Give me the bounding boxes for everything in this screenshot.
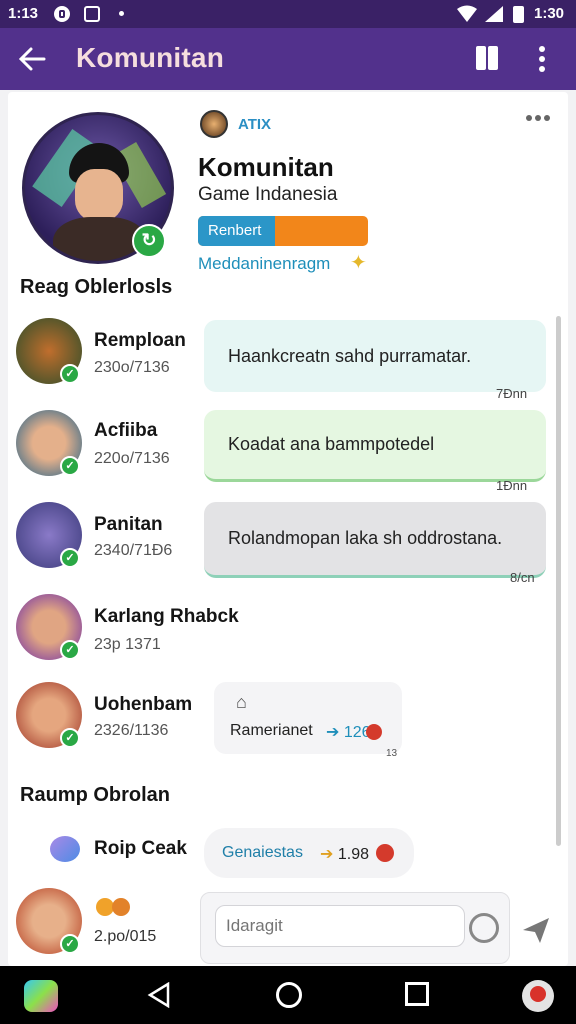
status-time-right: 1:30 bbox=[534, 5, 565, 22]
profile-subtitle: Game Indanesia bbox=[198, 184, 338, 205]
room-close-icon[interactable] bbox=[376, 844, 394, 862]
progress-label: Renbert bbox=[208, 222, 262, 239]
room-chip[interactable]: Genaiestas ➔ 1.98 bbox=[204, 828, 414, 878]
message-time: 7Ðnn bbox=[496, 386, 528, 401]
reaction-bubble[interactable]: ⌂ Ramerianet ➔ 126 bbox=[214, 682, 402, 754]
message-bubble[interactable]: Rolandmopan laka sh oddrostana. bbox=[204, 502, 546, 578]
status-bar: 1:13 1:30 bbox=[0, 0, 576, 28]
home-circle-icon[interactable] bbox=[276, 982, 302, 1008]
small-avatar bbox=[200, 110, 228, 138]
chat-name[interactable]: Remploan bbox=[94, 330, 186, 352]
status-time-left: 1:13 bbox=[8, 5, 39, 22]
room-chip-text: Genaiestas bbox=[222, 844, 303, 861]
chat-name[interactable]: Uohenbam bbox=[94, 694, 192, 716]
online-badge-icon: ✓ bbox=[60, 934, 80, 954]
chat-meta: 230o/7136 bbox=[94, 359, 170, 376]
reaction-close-icon[interactable] bbox=[366, 724, 382, 740]
profile-title: Komunitan bbox=[198, 152, 334, 182]
chat-name[interactable]: Karlang Rhabck bbox=[94, 606, 239, 628]
gallery-icon bbox=[84, 6, 100, 22]
navigation-bar bbox=[0, 966, 576, 1024]
heart-icon bbox=[50, 836, 80, 862]
online-badge-icon: ✓ bbox=[60, 456, 80, 476]
chat-name[interactable]: Panitan bbox=[94, 514, 163, 536]
scrollbar[interactable] bbox=[556, 316, 561, 846]
online-badge-icon: ✓ bbox=[60, 728, 80, 748]
battery-icon bbox=[513, 6, 524, 23]
message-time: 1Ðnn bbox=[496, 478, 528, 493]
message-text: Haankcreatn sahd purramatar. bbox=[228, 345, 472, 366]
message-bubble[interactable]: Haankcreatn sahd purramatar. bbox=[204, 320, 546, 392]
chat-name[interactable]: Acfiiba bbox=[94, 420, 157, 442]
chat-meta: 23p 1371 bbox=[94, 636, 161, 653]
reaction-time: 13 bbox=[386, 748, 398, 759]
coin-icon bbox=[112, 898, 130, 916]
app-title: Komunitan bbox=[76, 42, 225, 73]
pin-icon: ⌂ bbox=[236, 692, 247, 712]
message-time: 8/cn bbox=[510, 570, 535, 585]
chat-meta: 2340/71Ð6 bbox=[94, 542, 173, 559]
online-badge-icon: ↻ bbox=[132, 224, 166, 258]
message-bubble[interactable]: Koadat ana bammpotedel bbox=[204, 410, 546, 482]
room-chip-count: ➔ 1.98 bbox=[320, 846, 369, 863]
send-icon[interactable] bbox=[520, 914, 552, 946]
room-name[interactable]: Roip Ceak bbox=[94, 838, 187, 860]
message-input[interactable] bbox=[215, 905, 465, 947]
screen: 1:13 1:30 Komunitan ↻ ATIX Komunitan Gam… bbox=[0, 0, 576, 1024]
recents-square-icon[interactable] bbox=[405, 982, 429, 1006]
online-badge-icon: ✓ bbox=[60, 640, 80, 660]
chat-meta: 2326/1136 bbox=[94, 722, 169, 739]
wifi-icon bbox=[457, 5, 477, 22]
signal-icon bbox=[485, 6, 503, 22]
profile-app-icon[interactable] bbox=[522, 980, 554, 1012]
profile-link[interactable]: Meddaninenragm bbox=[198, 254, 330, 274]
room-chip-count-value: 1.98 bbox=[337, 846, 369, 863]
message-text: Rolandmopan laka sh oddrostana. bbox=[228, 528, 503, 548]
more-horizontal-icon[interactable] bbox=[526, 114, 552, 122]
section-recent-heading: Reag Oblerlosls bbox=[20, 276, 173, 298]
section-rooms-heading: Raump Obrolan bbox=[20, 784, 171, 806]
progress-bar: Renbert bbox=[198, 216, 368, 246]
reaction-count: ➔ 126 bbox=[326, 724, 371, 741]
small-label: ATIX bbox=[238, 116, 272, 133]
online-badge-icon: ✓ bbox=[60, 364, 80, 384]
back-triangle-icon[interactable] bbox=[146, 982, 172, 1008]
composer-meta: 2.po/015 bbox=[94, 928, 157, 945]
emoji-icon[interactable] bbox=[469, 913, 499, 943]
more-vertical-icon[interactable] bbox=[538, 46, 546, 72]
sparkle-icon: ✦ bbox=[350, 252, 367, 274]
app-bar: Komunitan bbox=[0, 28, 576, 90]
reaction-text: Ramerianet bbox=[230, 722, 313, 739]
back-arrow-icon[interactable] bbox=[18, 46, 46, 72]
message-text: Koadat ana bammpotedel bbox=[228, 434, 435, 454]
app-logo-icon[interactable] bbox=[24, 980, 58, 1012]
online-badge-icon: ✓ bbox=[60, 548, 80, 568]
media-icon bbox=[54, 6, 70, 22]
chat-meta: 220o/7136 bbox=[94, 450, 170, 467]
split-view-icon[interactable] bbox=[476, 46, 498, 70]
content-card: ↻ ATIX Komunitan Game Indanesia Renbert … bbox=[8, 92, 568, 966]
dot-icon bbox=[119, 11, 124, 16]
message-composer[interactable] bbox=[200, 892, 510, 964]
